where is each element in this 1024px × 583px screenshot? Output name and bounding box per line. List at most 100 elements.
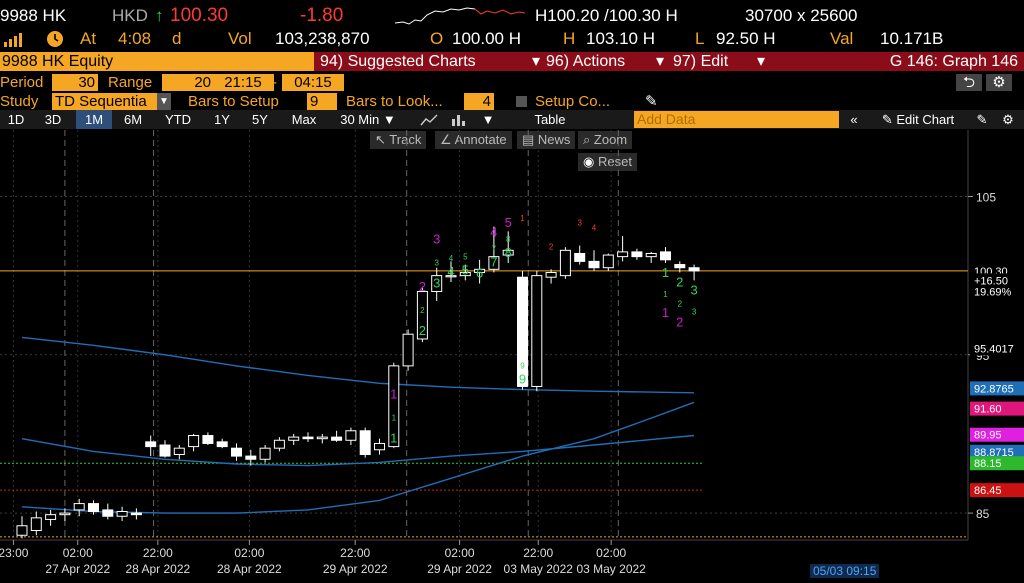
td-count-label: 7 [490,254,497,269]
td-count-label: 2 [676,314,683,329]
candle-body [259,447,271,460]
candle-body [688,267,700,272]
candle-body [559,249,571,277]
candle-body [402,333,414,367]
candle-body [374,442,385,451]
td-count-label: 5 [505,215,512,230]
candle-body [59,512,71,516]
td-count-label: 1 [662,265,669,280]
candle-body [202,435,214,444]
candle-body [116,511,128,517]
td-count-label: 3 [434,258,439,267]
candle-body [288,436,300,441]
td-count-label: 5 [463,252,468,261]
x-tick-date: 03 May 2022 [576,562,646,576]
td-count-label: 1 [520,214,525,223]
td-count-label: 8 [506,235,511,244]
x-tick-time: 23:00 [0,546,29,560]
candle-body [216,441,228,448]
candle-body [331,436,343,441]
td-count-label: 9 [520,362,525,371]
x-tick-time: 02:00 [596,546,626,560]
candle-body [188,435,200,448]
candle-body [316,436,328,440]
x-tick-date: 29 Apr 2022 [323,562,388,576]
td-count-label: 1 [390,387,397,402]
td-count-label: 2 [676,274,683,289]
td-count-label: 2 [419,279,426,294]
candle-body [660,251,671,261]
price-chart[interactable]: 859510523:00 02:0027 Apr 202222:0028 Apr … [0,0,1024,583]
candle-body [73,503,85,511]
td-count-label: 5 [462,262,469,277]
td-count-label: 6 [476,266,483,281]
x-tick-time: 22:00 [143,546,173,560]
td-count-label: 2 [420,306,425,315]
td-count-label: 1 [663,290,668,299]
td-count-label: 4 [490,224,497,239]
moving-average-line [21,434,695,467]
td-count-label: 9 [519,372,526,387]
candle-body [302,436,314,440]
price-label: 91.60 [974,404,1002,416]
timestamp: 05/03 09:15 [810,564,880,578]
candle-body [45,514,57,520]
candle-body [645,252,657,258]
x-tick-date: 27 Apr 2022 [45,562,110,576]
price-label: 95.4017 [974,343,1014,355]
td-count-label: 1 [390,431,397,446]
candle-body [102,509,114,517]
candle-body [345,430,357,441]
y-tick-label: 105 [976,190,996,204]
x-tick-date: 28 Apr 2022 [217,562,282,576]
x-tick-time: 02:00 [63,546,93,560]
candle-body [273,439,285,449]
candle-body [617,251,629,258]
price-label: 19.69% [974,286,1012,298]
td-count-label: 1 [392,414,397,423]
x-tick-date: 29 Apr 2022 [427,562,492,576]
candle-body [574,252,586,262]
candle-body [545,271,557,278]
candle-body [631,251,643,258]
moving-average-line [21,401,695,514]
x-tick-date: 03 May 2022 [504,562,574,576]
candle-body [602,254,614,269]
td-count-label: 4 [449,254,454,263]
td-count-label: 4 [592,223,597,232]
x-tick-time: 02:00 [445,546,475,560]
td-count-label: 4 [447,264,454,279]
candle-body [359,430,371,456]
x-tick-time: 02:00 [234,546,264,560]
td-count-label: 2 [549,242,554,251]
candle-body [145,441,157,448]
candle-body [88,503,99,513]
x-tick-time: 22:00 [340,546,370,560]
td-count-label: 2 [419,323,426,338]
td-count-label: 8 [505,245,512,260]
td-count-label: 7 [492,244,497,253]
td-count-label: 3 [692,307,697,316]
td-count-label: 3 [577,219,582,228]
td-count-label: 3 [690,282,697,297]
candle-body [159,444,171,457]
candle-body [16,525,28,536]
candle-body [674,264,686,269]
td-count-label: 2 [678,299,683,308]
td-count-label: 1 [662,305,669,320]
td-count-label: 3 [433,231,440,246]
candle-body [30,517,42,532]
price-label: 86.45 [974,485,1002,497]
x-tick-time: 22:00 [523,546,553,560]
candle-body [245,455,257,460]
candle-body [588,260,600,269]
price-label: 88.15 [974,458,1002,470]
td-count-label: 3 [433,275,440,290]
candle-body [173,447,185,456]
x-tick-date: 28 Apr 2022 [125,562,190,576]
y-tick-label: 85 [976,507,990,521]
price-label: 89.95 [974,430,1002,442]
candle-body [130,512,142,516]
moving-average-line [21,336,695,394]
price-label: 92.8765 [974,383,1014,395]
